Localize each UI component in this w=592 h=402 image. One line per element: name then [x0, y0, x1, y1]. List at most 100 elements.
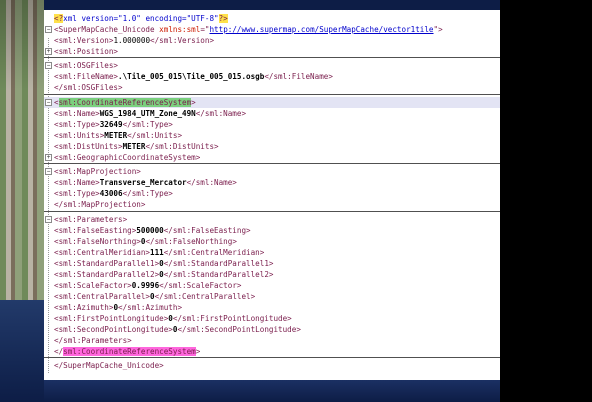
distunits-open-tag: <sml:DistUnits> [54, 142, 123, 151]
crs-open-line[interactable]: − <sml:CoordinateReferenceSystem> [44, 97, 500, 108]
sp1-close-tag: </sml:StandardParallel1> [163, 259, 274, 268]
filename-value: .\Tile_005_015\Tile_005_015.osgb [118, 72, 265, 81]
second-point-longitude-line: <sml:SecondPointLongitude>0</sml:SecondP… [44, 324, 301, 335]
units-open-tag: <sml:Units> [54, 131, 105, 140]
geocs-tag: <sml:GeographicCoordinateSystem> [54, 153, 201, 162]
namespace-link[interactable]: http://www.supermap.com/SuperMapCache/ve… [209, 25, 433, 34]
type-open-tag: <sml:Type> [54, 120, 100, 129]
row-separator [44, 57, 500, 58]
collapse-toggle-icon[interactable]: − [45, 216, 52, 223]
row-separator [44, 163, 500, 164]
cp-close-tag: </sml:CentralParallel> [154, 292, 256, 301]
cm-value: 111 [150, 248, 164, 257]
name-close-tag: </sml:Name> [195, 109, 247, 118]
parameters-close-tag: </sml:Parameters> [54, 336, 132, 345]
version-value: 1.000000 [113, 36, 151, 45]
name-open-tag: <sml:Name> [54, 178, 100, 187]
version-line: <sml:Version>1.000000</sml:Version> [44, 35, 214, 46]
collapse-toggle-icon[interactable]: − [45, 26, 52, 33]
central-meridian-line: <sml:CentralMeridian>111</sml:CentralMer… [44, 247, 264, 258]
root-close-line: </SuperMapCache_Unicode> [44, 360, 164, 371]
osgfiles-close-tag: </sml:OSGFiles> [54, 83, 123, 92]
spl-close-tag: </sml:SecondPointLongitude> [177, 325, 301, 334]
first-point-longitude-line: <sml:FirstPointLongitude>0</sml:FirstPoi… [44, 313, 292, 324]
false-northing-line: <sml:FalseNorthing>0</sml:FalseNorthing> [44, 236, 237, 247]
crs-close-name-highlighted: sml:CoordinateReferenceSystem [63, 347, 196, 356]
sf-close-tag: </sml:ScaleFactor> [159, 281, 242, 290]
cm-open-tag: <sml:CentralMeridian> [54, 248, 151, 257]
standard-parallel2-line: <sml:StandardParallel2>0</sml:StandardPa… [44, 269, 273, 280]
background-3d-city-view [0, 0, 44, 300]
declaration-open: <? [54, 14, 64, 23]
type-close-tag: </sml:Type> [122, 120, 173, 129]
row-separator [44, 211, 500, 212]
parameters-line[interactable]: − <sml:Parameters> [44, 214, 127, 225]
az-close-tag: </sml:Azimuth> [118, 303, 183, 312]
background-right-black [500, 0, 592, 402]
root-attribute-end: "> [433, 25, 443, 34]
fe-close-tag: </sml:FalseEasting> [163, 226, 251, 235]
name-close-tag: </sml:Name> [186, 178, 237, 187]
az-open-tag: <sml:Azimuth> [54, 303, 114, 312]
root-open-tag: <SuperMapCache_Unicode [54, 25, 155, 34]
crs-name-line: <sml:Name>WGS_1984_UTM_Zone_49N</sml:Nam… [44, 108, 246, 119]
xml-declaration-line: <?xml version="1.0" encoding="UTF-8"?> [44, 13, 228, 24]
crs-type-line: <sml:Type>32649</sml:Type> [44, 119, 173, 130]
sf-value: 0.9996 [131, 281, 160, 290]
fpl-close-tag: </sml:FirstPointLongitude> [172, 314, 292, 323]
geocs-line[interactable]: + <sml:GeographicCoordinateSystem> [44, 152, 200, 163]
collapse-toggle-icon[interactable]: − [45, 168, 52, 175]
mp-type-line: <sml:Type>43006</sml:Type> [44, 188, 173, 199]
name-open-tag: <sml:Name> [54, 109, 100, 118]
expand-toggle-icon[interactable]: + [45, 48, 52, 55]
crs-close-line: </sml:CoordinateReferenceSystem> [44, 346, 200, 357]
mapprojection-open-tag: <sml:MapProjection> [54, 167, 141, 176]
mp-name-line: <sml:Name>Transverse_Mercator</sml:Name> [44, 177, 237, 188]
collapse-toggle-icon[interactable]: − [45, 62, 52, 69]
xml-viewer-panel: <?xml version="1.0" encoding="UTF-8"?> −… [44, 10, 500, 380]
crs-distunits-line: <sml:DistUnits>METER</sml:DistUnits> [44, 141, 219, 152]
standard-parallel1-line: <sml:StandardParallel1>0</sml:StandardPa… [44, 258, 273, 269]
background-desktop [0, 300, 44, 402]
fn-open-tag: <sml:FalseNorthing> [54, 237, 141, 246]
type-open-tag: <sml:Type> [54, 189, 100, 198]
type-value: 32649 [99, 120, 123, 129]
collapse-toggle-icon[interactable]: − [45, 99, 52, 106]
filename-close-tag: </sml:FileName> [264, 72, 333, 81]
osgfiles-open-tag: <sml:OSGFiles> [54, 61, 119, 70]
position-line[interactable]: + <sml:Position> [44, 46, 118, 57]
cm-close-tag: </sml:CentralMeridian> [163, 248, 265, 257]
sp2-close-tag: </sml:StandardParallel2> [163, 270, 274, 279]
parameters-close-line: </sml:Parameters> [44, 335, 132, 346]
root-attribute-name: xmlns:sml [159, 25, 201, 34]
version-close-tag: </sml:Version> [150, 36, 215, 45]
scale-factor-line: <sml:ScaleFactor>0.9996</sml:ScaleFactor… [44, 280, 241, 291]
fe-open-tag: <sml:FalseEasting> [54, 226, 137, 235]
false-easting-line: <sml:FalseEasting>500000</sml:FalseEasti… [44, 225, 251, 236]
mp-name-value: Transverse_Mercator [99, 178, 187, 187]
mapprojection-line[interactable]: − <sml:MapProjection> [44, 166, 141, 177]
row-separator [44, 94, 500, 95]
osgfiles-close-line: </sml:OSGFiles> [44, 82, 123, 93]
mapprojection-close-line: </sml:MapProjection> [44, 199, 145, 210]
fe-value: 500000 [136, 226, 164, 235]
crs-units-line: <sml:Units>METER</sml:Units> [44, 130, 182, 141]
crs-open-name-highlighted: sml:CoordinateReferenceSystem [58, 98, 192, 107]
root-element-line[interactable]: − <SuperMapCache_Unicode xmlns:sml="http… [44, 24, 443, 35]
sp2-open-tag: <sml:StandardParallel2> [54, 270, 160, 279]
mp-type-value: 43006 [99, 189, 123, 198]
root-close-tag: </SuperMapCache_Unicode> [54, 361, 164, 370]
crs-open-end: > [191, 98, 196, 107]
units-close-tag: </sml:Units> [127, 131, 183, 140]
background-bottom [44, 380, 500, 402]
sp1-open-tag: <sml:StandardParallel1> [54, 259, 160, 268]
filename-open-tag: <sml:FileName> [54, 72, 119, 81]
central-parallel-line: <sml:CentralParallel>0</sml:CentralParal… [44, 291, 255, 302]
type-close-tag: </sml:Type> [122, 189, 173, 198]
fn-close-tag: </sml:FalseNorthing> [145, 237, 237, 246]
expand-toggle-icon[interactable]: + [45, 154, 52, 161]
version-open-tag: <sml:Version> [54, 36, 114, 45]
distunits-close-tag: </sml:DistUnits> [145, 142, 219, 151]
osgfiles-line[interactable]: − <sml:OSGFiles> [44, 60, 118, 71]
fpl-open-tag: <sml:FirstPointLongitude> [54, 314, 169, 323]
